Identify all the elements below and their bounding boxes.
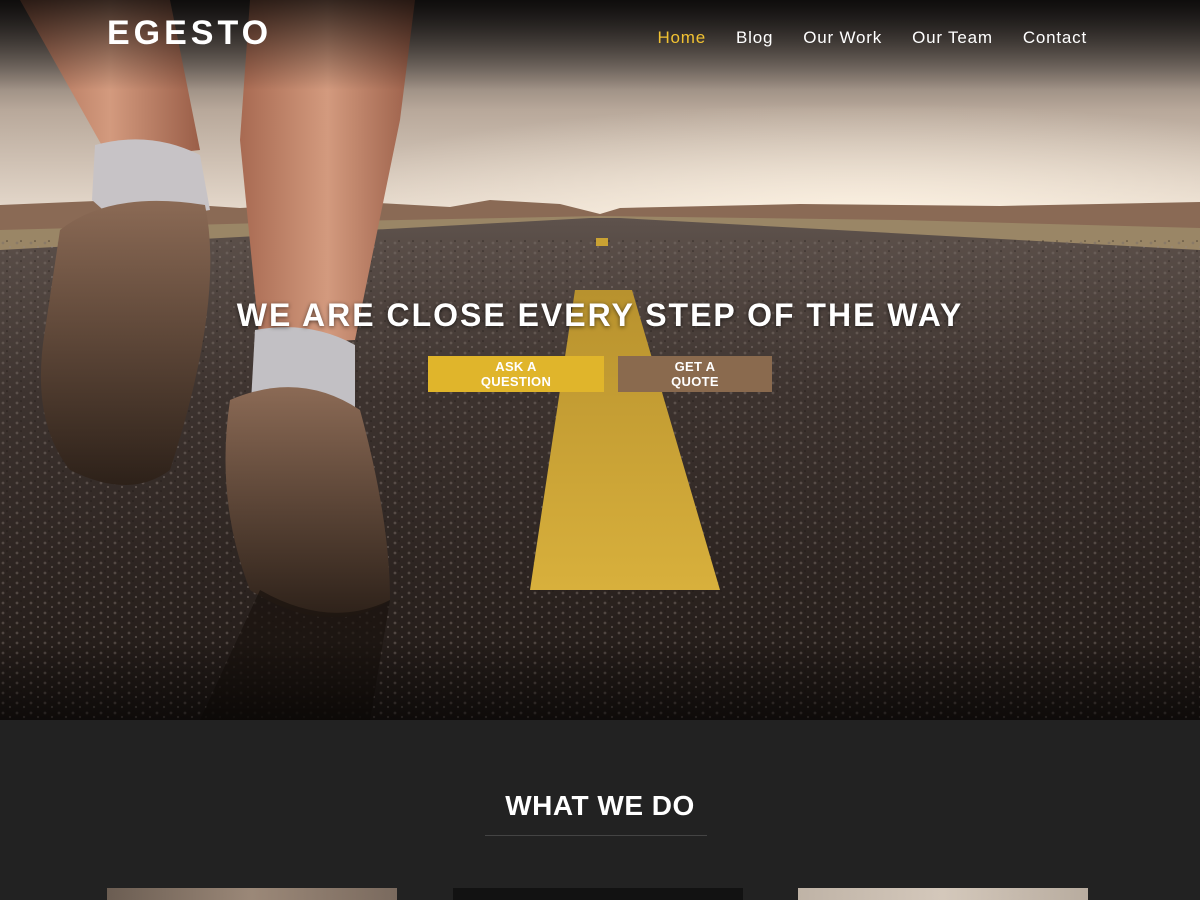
- nav-item-our-work[interactable]: Our Work: [803, 28, 882, 48]
- section-divider: [485, 835, 707, 836]
- hero-section: EGESTO Home Blog Our Work Our Team Conta…: [0, 0, 1200, 720]
- get-quote-button[interactable]: GET A QUOTE: [618, 356, 772, 392]
- nav-item-blog[interactable]: Blog: [736, 28, 773, 48]
- ask-question-button[interactable]: ASK A QUESTION: [428, 356, 604, 392]
- service-card-image-3[interactable]: [798, 888, 1088, 900]
- nav-item-our-team[interactable]: Our Team: [912, 28, 993, 48]
- main-nav: Home Blog Our Work Our Team Contact: [657, 28, 1087, 48]
- nav-item-contact[interactable]: Contact: [1023, 28, 1087, 48]
- nav-item-home[interactable]: Home: [657, 28, 706, 48]
- bottom-shade: [0, 640, 1200, 720]
- logo[interactable]: EGESTO: [107, 14, 272, 53]
- service-card-image-1[interactable]: [107, 888, 397, 900]
- navbar: EGESTO Home Blog Our Work Our Team Conta…: [0, 0, 1200, 76]
- hero-headline: WE ARE CLOSE EVERY STEP OF THE WAY: [236, 297, 964, 333]
- section-title: WHAT WE DO: [505, 790, 695, 821]
- hero-cta-row: ASK A QUESTION GET A QUOTE: [0, 356, 1200, 392]
- services-section: WHAT WE DO: [0, 720, 1200, 900]
- service-card-image-2[interactable]: [453, 888, 743, 900]
